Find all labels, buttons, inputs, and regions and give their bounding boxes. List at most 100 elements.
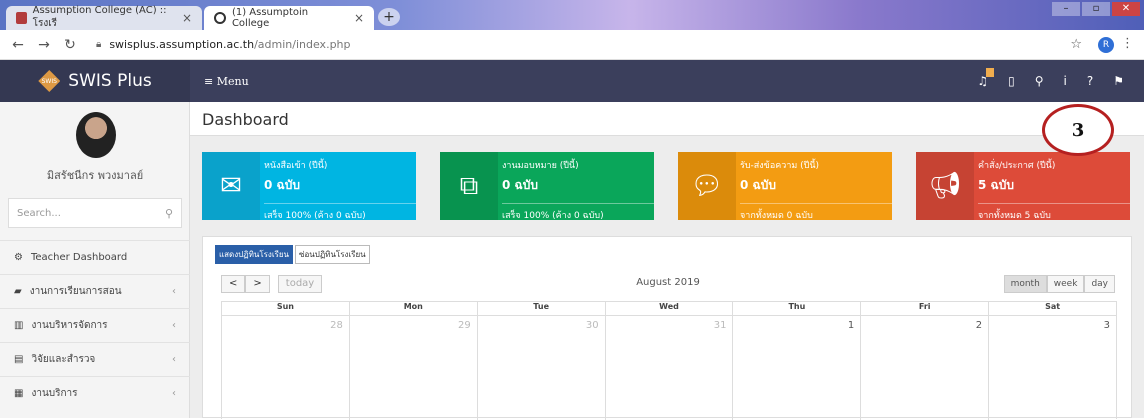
weekday-label: Wed <box>604 302 733 315</box>
menu-toggle-button[interactable]: ≡ Menu <box>204 75 249 88</box>
show-school-calendar-tab[interactable]: แสดงปฏิทินโรงเรียน <box>215 245 294 264</box>
graduation-cap-icon: ▰ <box>14 286 22 297</box>
chevron-left-icon: ‹ <box>172 354 176 365</box>
weekday-label: Thu <box>732 302 860 315</box>
calendar-week-row: 28 29 30 31 1 2 3 <box>222 316 1116 420</box>
chevron-left-icon: ‹ <box>172 320 176 331</box>
notification-bell-icon[interactable]: ♫ <box>977 68 995 88</box>
close-tab-icon[interactable]: × <box>182 11 192 25</box>
browser-tab-assumption-college[interactable]: Assumption College (AC) :: โรงเรี × <box>6 5 202 30</box>
search-icon[interactable]: ⚲ <box>1035 74 1044 88</box>
calendar-panel: แสดงปฏิทินโรงเรียน ซ่อนปฏิทินโรงเรียน < … <box>202 236 1132 420</box>
clipboard-icon: ▤ <box>14 354 24 365</box>
window-controls: – ▫ ✕ <box>1052 2 1140 16</box>
calendar-day-cell[interactable]: 28 <box>222 316 349 420</box>
sidebar-item-label: งานบริการ <box>31 388 78 399</box>
info-box-label: รับ-ส่งข้อความ (ปีนี้) <box>740 161 820 171</box>
annotation-marker: 3 <box>1042 104 1114 156</box>
sidebar-item-teaching[interactable]: ▰ งานการเรียนการสอน ‹ <box>0 274 190 308</box>
weekday-label: Mon <box>348 302 477 315</box>
sidebar-item-label: งานบริหารจัดการ <box>31 320 108 331</box>
calendar-day-cell[interactable]: 30 <box>476 316 605 420</box>
info-box-label: หนังสือเข้า (ปีนี้) <box>264 161 328 171</box>
calendar-day-cell[interactable]: 29 <box>348 316 477 420</box>
sidebar-item-label: Teacher Dashboard <box>30 252 128 263</box>
info-box-value: 5 ฉบับ <box>978 178 1014 192</box>
info-box-value: 0 ฉบับ <box>740 178 776 192</box>
info-box-footer: เสร็จ 100% (ค้าง 0 ฉบับ) <box>264 203 416 222</box>
browser-tab-bar: Assumption College (AC) :: โรงเรี × (1) … <box>0 0 1144 30</box>
app-top-navbar: SWIS SWIS Plus ≡ Menu ♫ ▯ ⚲ i ? ⚑ <box>0 60 1144 102</box>
app-brand[interactable]: SWIS SWIS Plus <box>0 60 190 102</box>
weekday-label: Tue <box>476 302 605 315</box>
url-field[interactable]: swisplus.assumption.ac.th/admin/index.ph… <box>109 38 350 51</box>
calendar-day-cell[interactable]: 3 <box>988 316 1116 420</box>
bookmark-icon[interactable]: ▯ <box>1008 74 1015 88</box>
info-box-announcements[interactable]: 📢︎ คำสั่ง/ประกาศ (ปีนี้) 5 ฉบับ จากทั้งห… <box>916 152 1130 221</box>
reload-icon[interactable]: ↻ <box>62 37 78 53</box>
copy-icon: ⧉ <box>440 152 498 220</box>
search-icon[interactable]: ⚲ <box>165 207 173 220</box>
info-box-value: 0 ฉบับ <box>502 178 538 192</box>
page-title: Dashboard <box>190 102 1144 136</box>
calendar-month-title: August 2019 <box>636 277 700 288</box>
sidebar-search-input[interactable]: Search... ⚲ <box>8 198 182 228</box>
calendar-day-cell[interactable]: 1 <box>732 316 860 420</box>
close-tab-icon[interactable]: × <box>354 11 364 25</box>
calendar-day-cell[interactable]: 31 <box>604 316 733 420</box>
flag-icon[interactable]: ⚑ <box>1113 74 1124 88</box>
globe-icon <box>214 12 226 24</box>
sidebar-item-label: งานการเรียนการสอน <box>29 286 122 297</box>
chevron-left-icon: ‹ <box>172 286 176 297</box>
calendar-day-cell[interactable]: 2 <box>860 316 988 420</box>
calendar-grid: Sun Mon Tue Wed Thu Fri Sat 28 29 30 31 … <box>221 301 1117 420</box>
info-box-value: 0 ฉบับ <box>264 178 300 192</box>
lock-icon[interactable]: 🔒︎ <box>96 39 101 50</box>
sidebar-item-services[interactable]: ▦ งานบริการ ‹ <box>0 376 190 410</box>
browser-menu-icon[interactable]: ⋮ <box>1121 36 1134 51</box>
help-icon[interactable]: ? <box>1087 74 1093 88</box>
sidebar-item-administration[interactable]: ▥ งานบริหารจัดการ ‹ <box>0 308 190 342</box>
info-box-label: งานมอบหมาย (ปีนี้) <box>502 161 579 171</box>
book-icon: ▦ <box>14 388 24 399</box>
minimize-button[interactable]: – <box>1052 2 1080 16</box>
browser-tab-active[interactable]: (1) Assumptoin College × <box>204 6 374 30</box>
main-content: Dashboard ✉ หนังสือเข้า (ปีนี้) 0 ฉบับ เ… <box>190 102 1144 420</box>
envelope-icon: ✉ <box>202 152 260 220</box>
tab-title: (1) Assumptoin College <box>231 7 309 29</box>
user-name: มิสรัชนีกร พวงมาลย์ <box>46 169 144 182</box>
top-icons: ♫ ▯ ⚲ i ? ⚑ <box>977 60 1124 102</box>
info-box-label: คำสั่ง/ประกาศ (ปีนี้) <box>978 161 1056 171</box>
weekday-header: Sun Mon Tue Wed Thu Fri Sat <box>222 302 1116 316</box>
month-view-button[interactable]: month <box>1003 275 1047 293</box>
window-close-button[interactable]: ✕ <box>1112 2 1140 16</box>
calendar-view-switcher: month week day <box>1003 275 1115 293</box>
profile-avatar[interactable]: R <box>1098 37 1114 53</box>
bookmark-star-icon[interactable]: ☆ <box>1070 37 1082 52</box>
day-view-button[interactable]: day <box>1084 275 1115 293</box>
sidebar-item-label: วิจัยและสำรวจ <box>31 354 96 365</box>
restore-button[interactable]: ▫ <box>1082 2 1110 16</box>
url-host: swisplus.assumption.ac.th <box>109 38 255 51</box>
info-box-messages[interactable]: 💬︎ รับ-ส่งข้อความ (ปีนี้) 0 ฉบับ จากทั้ง… <box>678 152 892 221</box>
weekday-label: Fri <box>860 302 988 315</box>
dashboard-icon: ⚙ <box>14 252 23 263</box>
info-box-footer: เสร็จ 100% (ค้าง 0 ฉบับ) <box>502 203 654 222</box>
calendar-toggle-tabs: แสดงปฏิทินโรงเรียน ซ่อนปฏิทินโรงเรียน <box>215 245 370 264</box>
search-placeholder: Search... <box>17 207 61 219</box>
week-view-button[interactable]: week <box>1046 275 1085 293</box>
site-favicon-icon <box>16 12 27 24</box>
info-box-assignments[interactable]: ⧉ งานมอบหมาย (ปีนี้) 0 ฉบับ เสร็จ 100% (… <box>440 152 654 222</box>
info-box-incoming-letters[interactable]: ✉ หนังสือเข้า (ปีนี้) 0 ฉบับ เสร็จ 100% … <box>202 152 416 222</box>
new-tab-button[interactable]: + <box>378 8 400 26</box>
user-avatar <box>76 112 116 158</box>
forward-arrow-icon[interactable]: → <box>36 37 52 53</box>
sidebar-item-teacher-dashboard[interactable]: ⚙ Teacher Dashboard <box>0 240 190 274</box>
hide-school-calendar-tab[interactable]: ซ่อนปฏิทินโรงเรียน <box>295 245 370 264</box>
sidebar-item-research[interactable]: ▤ วิจัยและสำรวจ ‹ <box>0 342 190 376</box>
megaphone-icon: 📢︎ <box>916 152 974 220</box>
info-icon[interactable]: i <box>1064 74 1067 88</box>
bank-icon: ▥ <box>14 320 24 331</box>
back-arrow-icon[interactable]: ← <box>10 37 26 53</box>
comment-icon: 💬︎ <box>678 152 736 220</box>
